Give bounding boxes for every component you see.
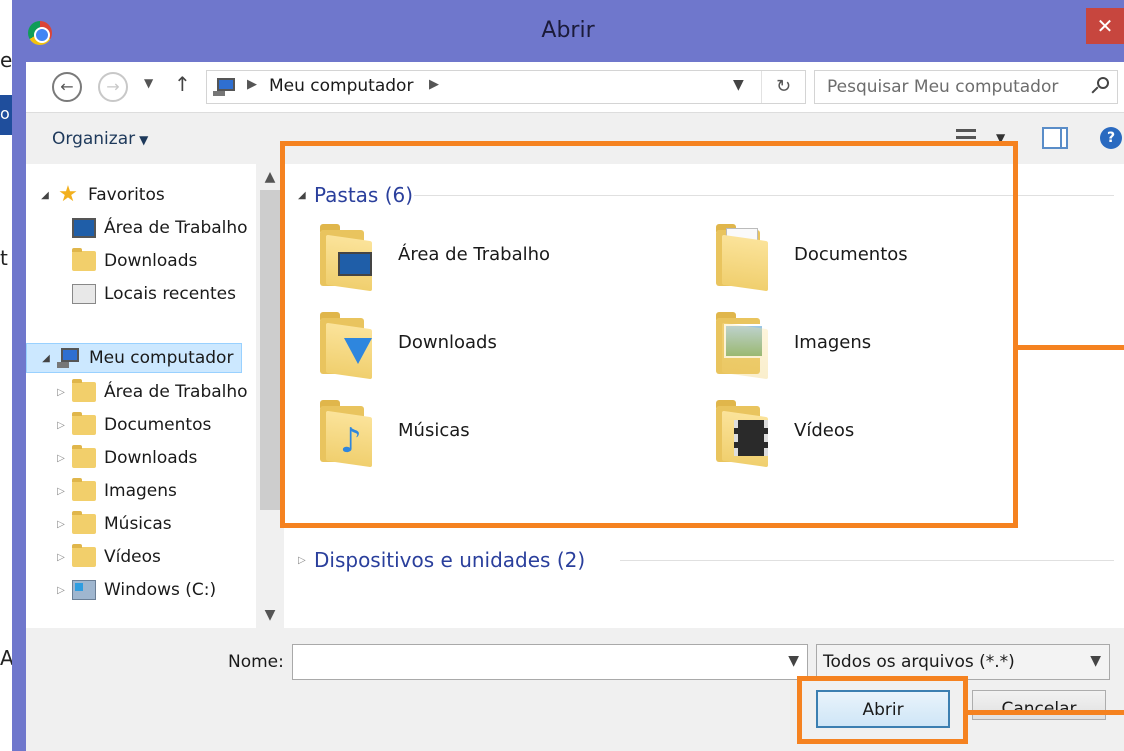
sidebar-item-label: Meu computador [89,348,234,368]
back-arrow-icon: ← [60,77,74,96]
sidebar-item-my-computer[interactable]: ◢ Meu computador [26,343,242,373]
videos-folder-icon [72,544,96,567]
recent-locations-dropdown[interactable]: ▼ [144,76,153,90]
collapsed-triangle-icon[interactable]: ▷ [54,519,68,530]
file-type-select[interactable]: Todos os arquivos (*.*) ▼ [816,644,1110,680]
group-divider [620,560,1114,561]
sidebar-item-label: Vídeos [104,547,161,567]
refresh-button[interactable]: ↻ [761,71,805,103]
title-bar[interactable]: Abrir ✕ [12,0,1124,62]
sidebar-item-music[interactable]: ▷ Músicas [54,509,172,539]
sidebar-item-label: Área de Trabalho [104,382,248,402]
sidebar-item-desktop[interactable]: Área de Trabalho [68,213,248,243]
collapsed-triangle-icon[interactable]: ▷ [54,585,68,596]
address-bar[interactable]: ▶ Meu computador ▶ ▼ ↻ [206,70,806,104]
sidebar-item-label: Músicas [104,514,172,534]
sidebar-item-label: Imagens [104,481,177,501]
music-folder-icon [72,511,96,534]
documents-folder-icon [72,412,96,435]
highlight-box-folders [280,141,1018,528]
navigation-pane: ◢ ★ Favoritos Área de Trabalho Downloads… [26,164,284,628]
expanded-triangle-icon[interactable]: ◢ [39,353,53,364]
sidebar-item-label: Windows (C:) [104,580,217,600]
sidebar-item-desktop[interactable]: ▷ Área de Trabalho [54,377,248,407]
sidebar-item-downloads[interactable]: ▷ Downloads [54,443,197,473]
background-char: o [0,104,10,123]
collapsed-triangle-icon[interactable]: ▷ [298,555,314,566]
collapsed-triangle-icon[interactable]: ▷ [54,552,68,563]
breadcrumb-chevron-icon[interactable]: ▶ [247,77,257,92]
organize-menu[interactable]: Organizar ▼ [52,129,148,149]
collapsed-triangle-icon[interactable]: ▷ [54,420,68,431]
forward-button[interactable]: → [98,72,128,102]
chevron-down-icon: ▼ [139,133,149,147]
sidebar-item-label: Downloads [104,251,198,271]
chevron-down-icon[interactable]: ▼ [788,653,799,669]
search-input[interactable] [815,71,1075,103]
downloads-folder-icon [72,445,96,468]
sidebar-item-favorites[interactable]: ◢ ★ Favoritos [38,180,165,210]
sidebar-item-documents[interactable]: ▷ Documentos [54,410,211,440]
navigation-bar: ← → ▼ ↑ ▶ Meu computador ▶ ▼ ↻ [26,62,1124,112]
close-button[interactable]: ✕ [1086,8,1124,44]
recent-places-icon [72,284,96,304]
group-title: Dispositivos e unidades (2) [314,548,586,572]
preview-pane-icon[interactable] [1042,127,1068,149]
file-name-label: Nome: [228,652,284,672]
refresh-icon: ↻ [775,76,792,97]
chevron-down-icon[interactable]: ▼ [1090,653,1101,669]
sidebar-item-pictures[interactable]: ▷ Imagens [54,476,177,506]
downloads-folder-icon [72,248,96,271]
sidebar-item-videos[interactable]: ▷ Vídeos [54,542,161,572]
back-button[interactable]: ← [52,72,82,102]
collapsed-triangle-icon[interactable]: ▷ [54,486,68,497]
search-box[interactable] [814,70,1118,104]
background-char: e [0,48,13,72]
star-icon: ★ [58,182,78,207]
cancel-button[interactable]: Cancelar [972,690,1106,720]
desktop-icon [72,218,96,238]
address-dropdown-icon[interactable]: ▼ [733,77,744,93]
highlight-box-open-button [797,676,968,744]
search-icon[interactable] [1089,77,1109,97]
scroll-thumb[interactable] [260,190,280,510]
sidebar-item-recent-places[interactable]: Locais recentes [68,279,236,309]
file-name-combobox[interactable]: ▼ [292,644,808,680]
expanded-triangle-icon[interactable]: ◢ [38,190,52,201]
window-title: Abrir [541,18,595,43]
sidebar-item-label: Documentos [104,415,212,435]
group-header-devices[interactable]: ▷ Dispositivos e unidades (2) [298,545,585,575]
chevron-down-icon: ▼ [144,76,154,90]
sidebar-item-windows-drive[interactable]: ▷ Windows (C:) [54,575,216,605]
organize-label: Organizar [52,129,136,149]
forward-arrow-icon: → [106,77,120,96]
collapsed-triangle-icon[interactable]: ▷ [54,453,68,464]
background-char: t [0,246,8,270]
file-type-value: Todos os arquivos (*.*) [823,652,1015,672]
sidebar-item-downloads[interactable]: Downloads [68,246,197,276]
pictures-folder-icon [72,478,96,501]
address-text[interactable]: Meu computador [269,76,413,96]
sidebar-item-label: Downloads [104,448,198,468]
breadcrumb-chevron-icon[interactable]: ▶ [429,77,439,92]
sidebar-item-label: Favoritos [88,185,165,205]
scroll-down-icon[interactable]: ▼ [256,602,284,628]
desktop-folder-icon [72,379,96,402]
highlight-connector [968,710,1124,715]
computer-icon [57,348,81,368]
up-arrow-icon: ↑ [174,72,191,96]
sidebar-item-label: Área de Trabalho [104,218,248,238]
sidebar-item-label: Locais recentes [104,284,236,304]
highlight-connector [1018,345,1124,350]
file-name-input[interactable] [293,645,773,679]
drive-icon [72,580,96,600]
up-button[interactable]: ↑ [174,72,191,96]
collapsed-triangle-icon[interactable]: ▷ [54,387,68,398]
help-icon[interactable]: ? [1100,127,1122,149]
computer-icon [213,76,237,96]
